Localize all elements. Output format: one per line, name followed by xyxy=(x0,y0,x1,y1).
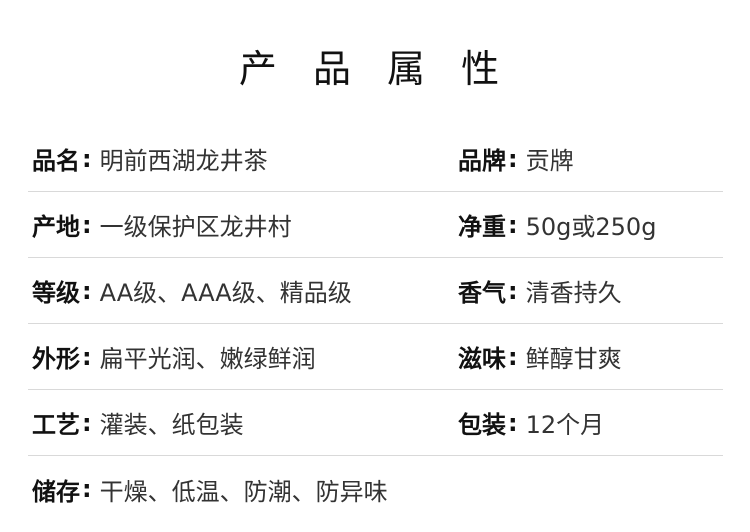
attribute-label: 净重 xyxy=(458,213,506,241)
attribute-appearance: 外形: 扁平光润、嫩绿鲜润 xyxy=(32,324,316,389)
attribute-packaging: 包装:12个月 xyxy=(458,390,604,455)
attribute-value: 12个月 xyxy=(525,411,605,439)
attribute-name: 品名: 明前西湖龙井茶 xyxy=(32,126,268,191)
attribute-label: 包装 xyxy=(458,411,506,439)
attribute-label: 产地 xyxy=(32,213,80,241)
attribute-value: 清香持久 xyxy=(525,279,622,307)
attribute-value: 扁平光润、嫩绿鲜润 xyxy=(99,345,316,373)
table-row: 储存: 干燥、低温、防潮、防异味 xyxy=(28,456,723,522)
attribute-label: 外形 xyxy=(32,345,80,373)
attribute-value: 鲜醇甘爽 xyxy=(525,345,622,373)
attribute-net-weight: 净重:50g或250g xyxy=(458,192,656,257)
table-row: 等级: AA级、AAA级、精品级 香气: 清香持久 xyxy=(28,258,723,324)
attribute-aroma: 香气: 清香持久 xyxy=(458,258,622,323)
label-colon: : xyxy=(82,408,92,437)
attribute-value: 一级保护区龙井村 xyxy=(99,213,292,241)
label-colon: : xyxy=(82,276,92,305)
label-colon: : xyxy=(82,144,92,173)
label-colon: : xyxy=(508,342,518,371)
table-row: 产地: 一级保护区龙井村 净重:50g或250g xyxy=(28,192,723,258)
attribute-value: 贡牌 xyxy=(525,147,574,175)
label-colon: : xyxy=(82,342,92,371)
attribute-label: 香气 xyxy=(458,279,506,307)
attribute-brand: 品牌: 贡牌 xyxy=(458,126,574,191)
label-colon: : xyxy=(82,475,92,503)
attribute-label: 储存 xyxy=(32,477,80,506)
label-colon: : xyxy=(508,276,518,305)
attribute-value: 灌装、纸包装 xyxy=(99,411,244,439)
table-row: 外形: 扁平光润、嫩绿鲜润 滋味: 鲜醇甘爽 xyxy=(28,324,723,390)
attribute-process: 工艺: 灌装、纸包装 xyxy=(32,390,244,455)
page-title: 产 品 属 性 xyxy=(238,47,512,91)
attribute-value: AA级、AAA级、精品级 xyxy=(99,279,352,307)
attribute-label: 品名 xyxy=(32,147,80,175)
attribute-value: 明前西湖龙井茶 xyxy=(99,147,268,175)
table-row: 工艺: 灌装、纸包装 包装:12个月 xyxy=(28,390,723,456)
attribute-grade: 等级: AA级、AAA级、精品级 xyxy=(32,258,352,323)
label-colon: : xyxy=(508,144,518,173)
table-row: 品名: 明前西湖龙井茶 品牌: 贡牌 xyxy=(28,126,723,192)
attribute-taste: 滋味: 鲜醇甘爽 xyxy=(458,324,622,389)
attribute-value: 干燥、低温、防潮、防异味 xyxy=(99,477,388,506)
attribute-origin: 产地: 一级保护区龙井村 xyxy=(32,192,292,257)
label-colon: : xyxy=(508,210,518,239)
label-colon: : xyxy=(82,210,92,239)
attribute-label: 品牌 xyxy=(458,147,506,175)
attribute-label: 工艺 xyxy=(32,411,80,439)
label-colon: : xyxy=(508,408,518,437)
product-attributes-table: 品名: 明前西湖龙井茶 品牌: 贡牌 产地: 一级保护区龙井村 净重:50g或250g… xyxy=(28,126,723,522)
attribute-label: 等级 xyxy=(32,279,80,307)
attribute-label: 滋味 xyxy=(458,345,506,373)
attribute-value: 50g或250g xyxy=(525,213,657,241)
attribute-storage: 储存: 干燥、低温、防潮、防异味 xyxy=(32,456,388,522)
